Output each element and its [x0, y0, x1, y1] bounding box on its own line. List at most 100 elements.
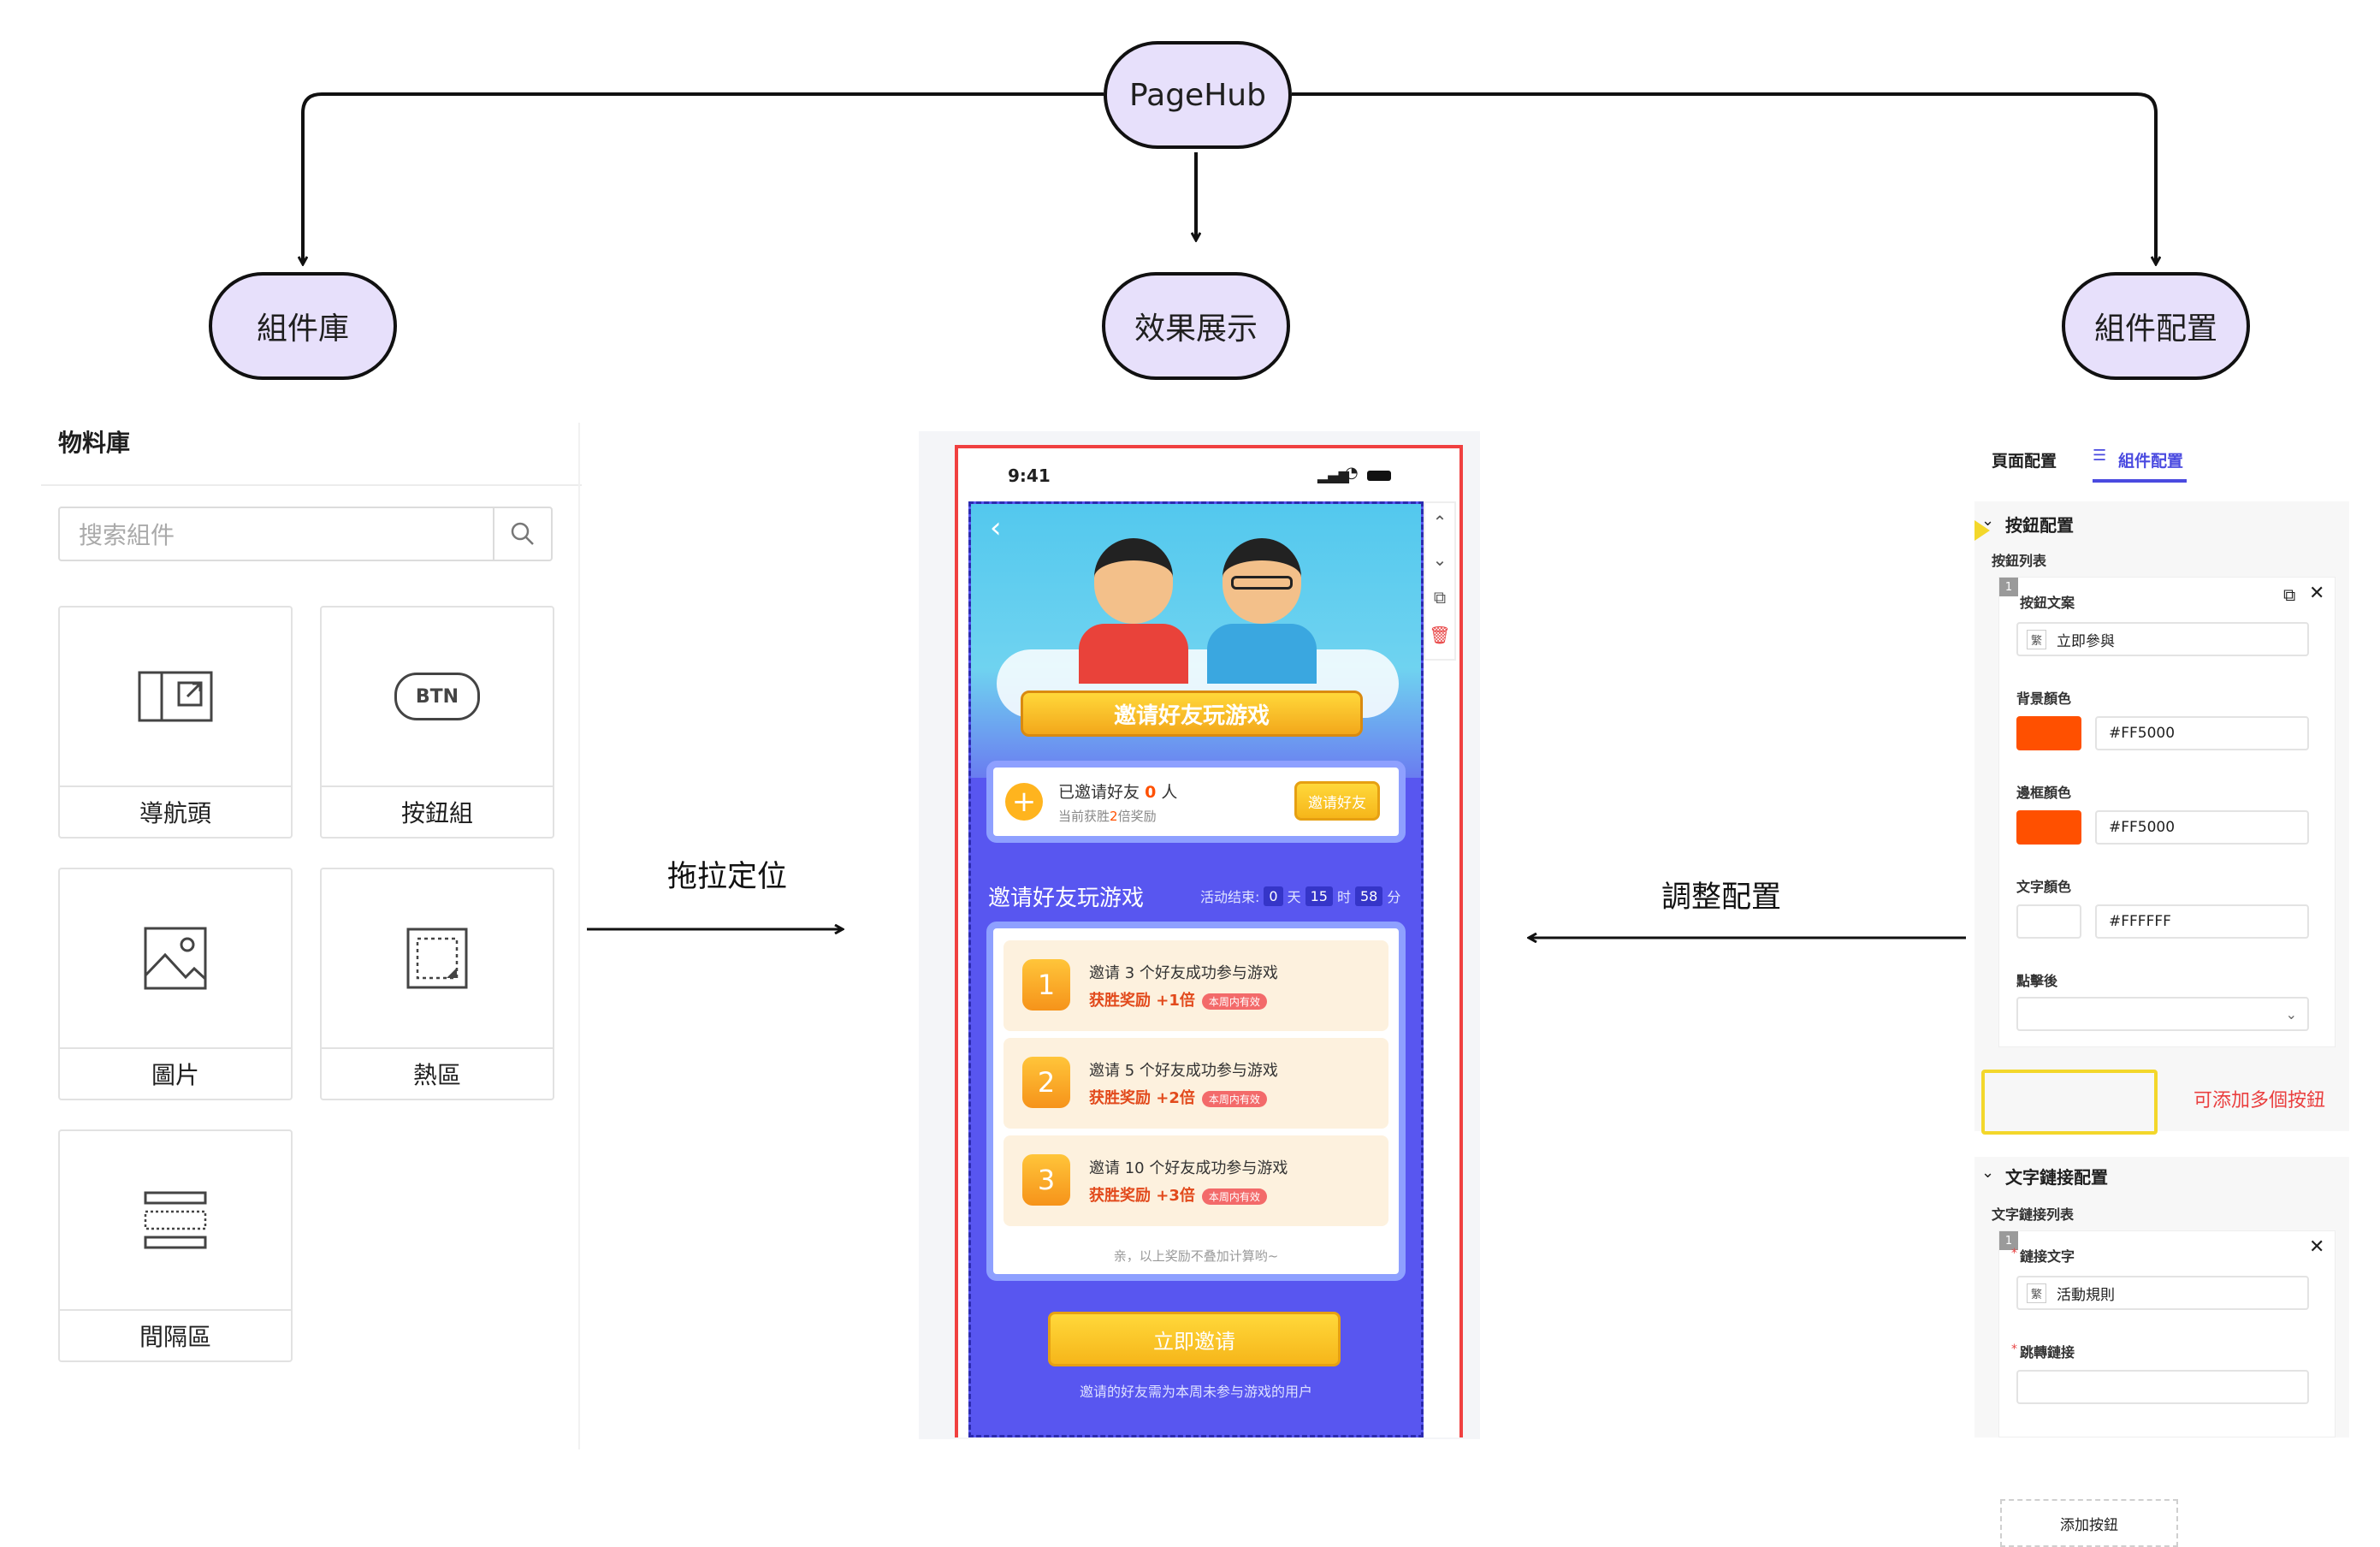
- countdown-days: 0: [1264, 886, 1283, 906]
- tab-component-config[interactable]: 組件配置: [2118, 448, 2183, 471]
- add-button-highlight: [1981, 1070, 2158, 1135]
- bg-color-swatch[interactable]: [2016, 716, 2081, 750]
- invite-friends-label: 邀请好友: [1308, 794, 1366, 812]
- link-text-value: 活動規則: [2057, 1286, 2116, 1304]
- close-icon[interactable]: ✕: [2309, 583, 2324, 604]
- back-icon[interactable]: ‹: [990, 511, 1002, 545]
- bg-color-label: 背景顏色: [2016, 691, 2072, 707]
- component-card-spacer[interactable]: 間隔區: [58, 1129, 293, 1362]
- task-reward: 获胜奖励 +1倍: [1089, 992, 1195, 1010]
- link-item-card: 1 * 鏈接文字 ✕ 繁活動規則 * 跳轉鏈接: [1998, 1230, 2336, 1437]
- task-tag: 本周内有效: [1201, 1091, 1267, 1107]
- branch-label-library: 組件庫: [256, 311, 349, 347]
- button-item-card: 1 按鈕文案 ⧉ ✕ 繁立即參與 背景顏色 #FF5000 邊框顏色 #FF50…: [1998, 577, 2336, 1047]
- phone-preview[interactable]: ‹ 邀请好友玩游戏 + 已邀请好友 0 人 当前获胜2倍奖励 邀请好友 邀请好友…: [968, 501, 1424, 1437]
- component-card-button-group[interactable]: BTN 按鈕組: [320, 606, 554, 839]
- search-button[interactable]: [493, 508, 551, 560]
- component-card-image[interactable]: 圖片: [58, 868, 293, 1100]
- hotspot-icon: [406, 928, 468, 989]
- component-name: 圖片: [151, 1061, 199, 1089]
- reward-suffix: 倍奖励: [1117, 809, 1157, 824]
- list-icon: ☰: [2093, 447, 2107, 465]
- navigation-header-icon: [138, 671, 213, 722]
- task-reward: 获胜奖励 +3倍: [1089, 1187, 1195, 1205]
- task-item: 3 邀请 10 个好友成功参与游戏 获胜奖励 +3倍 本周内有效: [1004, 1135, 1388, 1226]
- chevron-down-icon: ⌄: [2285, 1005, 2297, 1022]
- cartoon-character-right: [1202, 538, 1322, 684]
- library-search[interactable]: [58, 507, 553, 561]
- config-panel: 頁面配置 ☰ 組件配置 ⌄ 按鈕配置 按鈕列表 1 按鈕文案 ⧉ ✕ 繁立即參與…: [1974, 419, 2380, 1547]
- text-color-swatch[interactable]: [2016, 904, 2081, 939]
- edge-root-left: [303, 92, 1104, 264]
- invited-suffix: 人: [1161, 783, 1178, 802]
- countdown-hours-unit: 时: [1336, 889, 1351, 905]
- close-icon[interactable]: ✕: [2309, 1236, 2324, 1258]
- required-mark: *: [2011, 1247, 2017, 1260]
- task-number: 1: [1022, 959, 1070, 1011]
- button-text-label: 按鈕文案: [2020, 595, 2075, 611]
- component-card-navigation[interactable]: 導航頭: [58, 606, 293, 839]
- task-item: 1 邀请 3 个好友成功参与游戏 获胜奖励 +1倍 本周内有效: [1004, 940, 1388, 1031]
- jump-link-field[interactable]: [2016, 1370, 2309, 1404]
- library-vertical-divider: [578, 423, 580, 1449]
- hero-illustration: ‹ 邀请好友玩游戏: [971, 504, 1421, 778]
- reward-prefix: 当前获胜: [1058, 809, 1110, 824]
- move-up-icon[interactable]: ⌃: [1425, 503, 1454, 541]
- link-text-field[interactable]: 繁活動規則: [2016, 1276, 2309, 1310]
- pointer-icon: [1974, 520, 1990, 541]
- task-item: 2 邀请 5 个好友成功参与游戏 获胜奖励 +2倍 本周内有效: [1004, 1038, 1388, 1129]
- countdown: 活动结束: 0天 15 时 58 分: [1200, 886, 1400, 906]
- plus-icon: +: [1005, 783, 1043, 821]
- copy-icon[interactable]: ⧉: [2283, 584, 2295, 605]
- copy-icon[interactable]: ⧉: [1425, 578, 1454, 616]
- cta-note: 邀请的好友需为本周未参与游戏的用户: [1079, 1384, 1312, 1400]
- branch-label-preview: 效果展示: [1134, 311, 1258, 347]
- on-click-select[interactable]: ⌄: [2016, 997, 2309, 1031]
- status-time: 9:41: [1008, 465, 1051, 486]
- component-name: 間隔區: [139, 1323, 211, 1351]
- button-config-group: ⌄ 按鈕配置 按鈕列表 1 按鈕文案 ⧉ ✕ 繁立即參與 背景顏色 #FF500…: [1974, 501, 2349, 1131]
- banner-text: 邀请好友玩游戏: [1113, 702, 1270, 729]
- delete-icon[interactable]: 🗑: [1425, 616, 1454, 654]
- add-button-note: 可添加多個按鈕: [2194, 1090, 2326, 1111]
- spacer-icon: [144, 1191, 207, 1249]
- trad-tag: 繁: [2027, 1283, 2047, 1303]
- countdown-minutes: 58: [1354, 886, 1383, 906]
- task-reward: 获胜奖励 +2倍: [1089, 1089, 1195, 1107]
- task-tag: 本周内有效: [1201, 1188, 1267, 1205]
- task-number: 2: [1022, 1057, 1070, 1108]
- task-tag: 本周内有效: [1201, 993, 1267, 1010]
- border-color-label: 邊框顏色: [2016, 785, 2072, 801]
- root-node: PageHub: [1104, 41, 1292, 149]
- component-card-hotspot[interactable]: 熱區: [320, 868, 554, 1100]
- invite-friends-button[interactable]: 邀请好友: [1294, 781, 1380, 821]
- edge-root-right: [1292, 92, 2156, 264]
- border-color-swatch[interactable]: [2016, 810, 2081, 845]
- bg-color-input[interactable]: #FF5000: [2095, 716, 2309, 750]
- task-number: 3: [1022, 1154, 1070, 1206]
- countdown-hours: 15: [1305, 886, 1333, 906]
- text-color-input[interactable]: #FFFFFF: [2095, 904, 2309, 939]
- button-text-value: 立即參與: [2057, 632, 2116, 650]
- task-note: 亲，以上奖励不叠加计算哟~: [1113, 1248, 1279, 1264]
- search-icon: [511, 522, 534, 545]
- root-label: PageHub: [1129, 77, 1266, 113]
- link-text-label: 鏈接文字: [2020, 1248, 2075, 1265]
- link-config-group: ⌄ 文字鏈接配置 文字鏈接列表 1 * 鏈接文字 ✕ 繁活動規則 * 跳轉鏈接: [1974, 1157, 2349, 1437]
- link-config-title: 文字鏈接配置: [2005, 1167, 2108, 1188]
- wifi-icon: ◔: [1345, 464, 1359, 482]
- countdown-days-unit: 天: [1287, 889, 1301, 905]
- search-input[interactable]: [77, 519, 491, 551]
- cta-button[interactable]: 立即邀请: [1048, 1312, 1341, 1366]
- border-color-input[interactable]: #FF5000: [2095, 810, 2309, 845]
- add-button[interactable]: 添加按鈕: [2000, 1499, 2178, 1547]
- hero-banner: 邀请好友玩游戏: [1021, 691, 1363, 737]
- button-text-field[interactable]: 繁立即參與: [2016, 622, 2309, 656]
- jump-link-label: 跳轉鏈接: [2020, 1344, 2075, 1360]
- collapse-icon[interactable]: ⌄: [1981, 1164, 1994, 1182]
- move-down-icon[interactable]: ⌄: [1425, 541, 1454, 578]
- btn-icon-text: BTN: [415, 685, 459, 708]
- tab-page-config[interactable]: 頁面配置: [1992, 448, 2057, 471]
- link-list-label: 文字鏈接列表: [1992, 1206, 2075, 1223]
- image-icon: [144, 927, 207, 990]
